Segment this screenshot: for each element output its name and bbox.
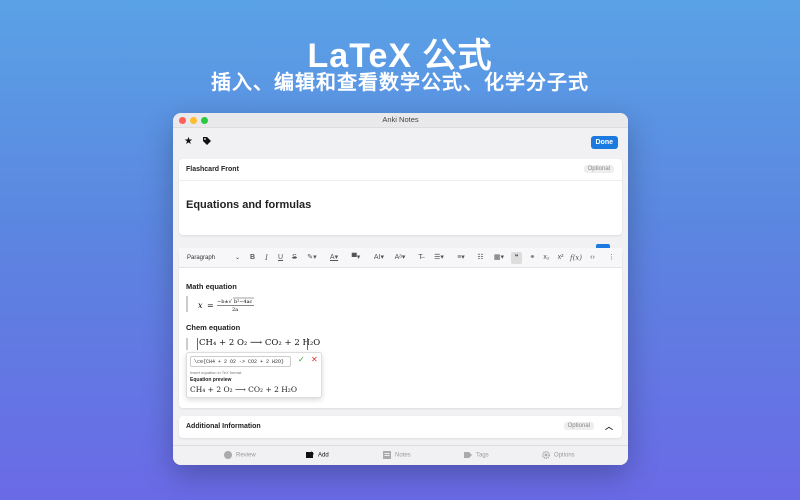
font-size-icon[interactable]: AI▾ [371,252,387,264]
add-icon [306,451,314,458]
bullet-list-icon[interactable]: ☰▾ [431,252,447,264]
superscript-icon[interactable]: x² [555,252,566,264]
text-style-icon[interactable]: Aᵃ▾ [393,252,407,264]
cancel-x-icon[interactable]: ✕ [311,355,318,364]
review-icon [224,451,232,459]
svg-text:=: = [207,301,214,310]
latex-edit-popup: \ce{CH4 + 2 O2 -> CO2 + 2 H2O} ✓ ✕ Inser… [186,352,322,398]
tab-options[interactable]: Options [542,451,575,459]
svg-text:−b±√: −b±√ [217,299,233,305]
toolbar: ★ Done [173,128,628,156]
options-icon [542,451,550,459]
subscript-icon[interactable]: x₂ [541,252,552,264]
rich-text-editor-card: Paragraph ⌄ B I U S ✎▾ A▾ ▀▾ AI▾ Aᵃ▾ T̶ ☰… [179,244,622,408]
quadratic-formula-render: x = −b±√ b²−4ac 2a [198,297,254,313]
formatting-toolbar: Paragraph ⌄ B I U S ✎▾ A▾ ▀▾ AI▾ Aᵃ▾ T̶ ☰… [179,248,622,268]
text-cursor [197,338,198,350]
star-icon[interactable]: ★ [184,136,193,147]
clear-format-icon[interactable]: T̶ [415,252,426,264]
tab-options-label: Options [554,452,575,459]
chevron-up-icon[interactable]: ︿ [605,421,613,432]
link-icon[interactable]: ⚭ [527,252,538,264]
math-equation[interactable]: x = −b±√ b²−4ac 2a [198,295,268,315]
done-button[interactable]: Done [590,136,618,149]
paragraph-select[interactable]: Paragraph ⌄ [183,252,243,264]
additional-label: Additional Information [186,423,261,430]
app-window: Anki Notes ★ Done Flashcard Front Option… [173,113,628,465]
equation-preview: CH₄ + 2 O₂ ⟶ CO₂ + 2 H₂O [190,385,297,394]
tab-tags-label: Tags [476,452,489,459]
front-card-header: Flashcard Front Optional [179,159,622,181]
title-bar: Anki Notes [173,113,628,128]
latex-input[interactable]: \ce{CH4 + 2 O2 -> CO2 + 2 H2O} [190,356,291,367]
front-label: Flashcard Front [186,166,239,173]
math-blockquote-bar [186,296,188,312]
tags-icon [464,452,472,458]
code-icon[interactable]: ‹› [587,252,598,264]
background-color-icon[interactable]: ▀▾ [349,252,363,264]
preview-label: Equation preview [190,377,232,383]
paragraph-select-label: Paragraph [187,255,216,261]
tab-review[interactable]: Review [224,451,256,459]
optional-badge: Optional [583,165,614,173]
front-text-field[interactable]: Equations and formulas [186,199,311,211]
tag-icon[interactable] [202,136,212,146]
svg-text:b²−4ac: b²−4ac [234,299,253,305]
more-options-icon[interactable]: ⋮ [606,252,617,264]
chem-blockquote-bar [186,338,188,350]
latex-hint: Insert equation in TeX format. [190,370,243,375]
text-cursor-end [307,338,308,350]
chevron-down-icon: ⌄ [234,255,240,261]
italic-icon[interactable]: I [261,252,272,264]
tab-review-label: Review [236,452,256,459]
tab-notes-label: Notes [395,452,411,459]
text-color-icon[interactable]: A▾ [327,252,341,264]
tab-add-label: Add [318,452,329,459]
formula-icon[interactable]: f(x) [569,252,583,264]
svg-text:2a: 2a [232,307,238,313]
optional-badge: Optional [563,422,594,430]
chem-equation[interactable]: CH₄ + 2 O₂ ⟶ CO₂ + 2 H₂O [199,338,320,348]
notes-icon [383,451,391,459]
flashcard-front-card: Flashcard Front Optional Equations and f… [179,159,622,235]
svg-text:x: x [198,301,203,310]
highlight-icon[interactable]: ✎▾ [305,252,319,264]
window-title: Anki Notes [382,115,419,124]
underline-icon[interactable]: U [275,252,286,264]
math-heading: Math equation [186,282,237,291]
checklist-icon[interactable]: ☷ [475,252,486,264]
tab-add[interactable]: Add [306,451,329,459]
bold-icon[interactable]: B [247,252,258,264]
confirm-check-icon[interactable]: ✓ [298,355,305,364]
hero-subtitle: 插入、编辑和查看数学公式、化学分子式 [211,72,589,94]
tab-tags[interactable]: Tags [464,451,489,459]
chem-heading: Chem equation [186,323,241,332]
additional-information-card[interactable]: Additional Information Optional ︿ [179,416,622,438]
strikethrough-icon[interactable]: S [289,252,300,264]
table-icon[interactable]: ▦▾ [491,252,507,264]
numbered-list-icon[interactable]: ≡▾ [453,252,469,264]
tab-notes[interactable]: Notes [383,451,411,459]
bottom-tab-bar: Review Add Notes Tags Options [173,445,628,465]
quote-icon[interactable]: ❝ [511,252,522,264]
